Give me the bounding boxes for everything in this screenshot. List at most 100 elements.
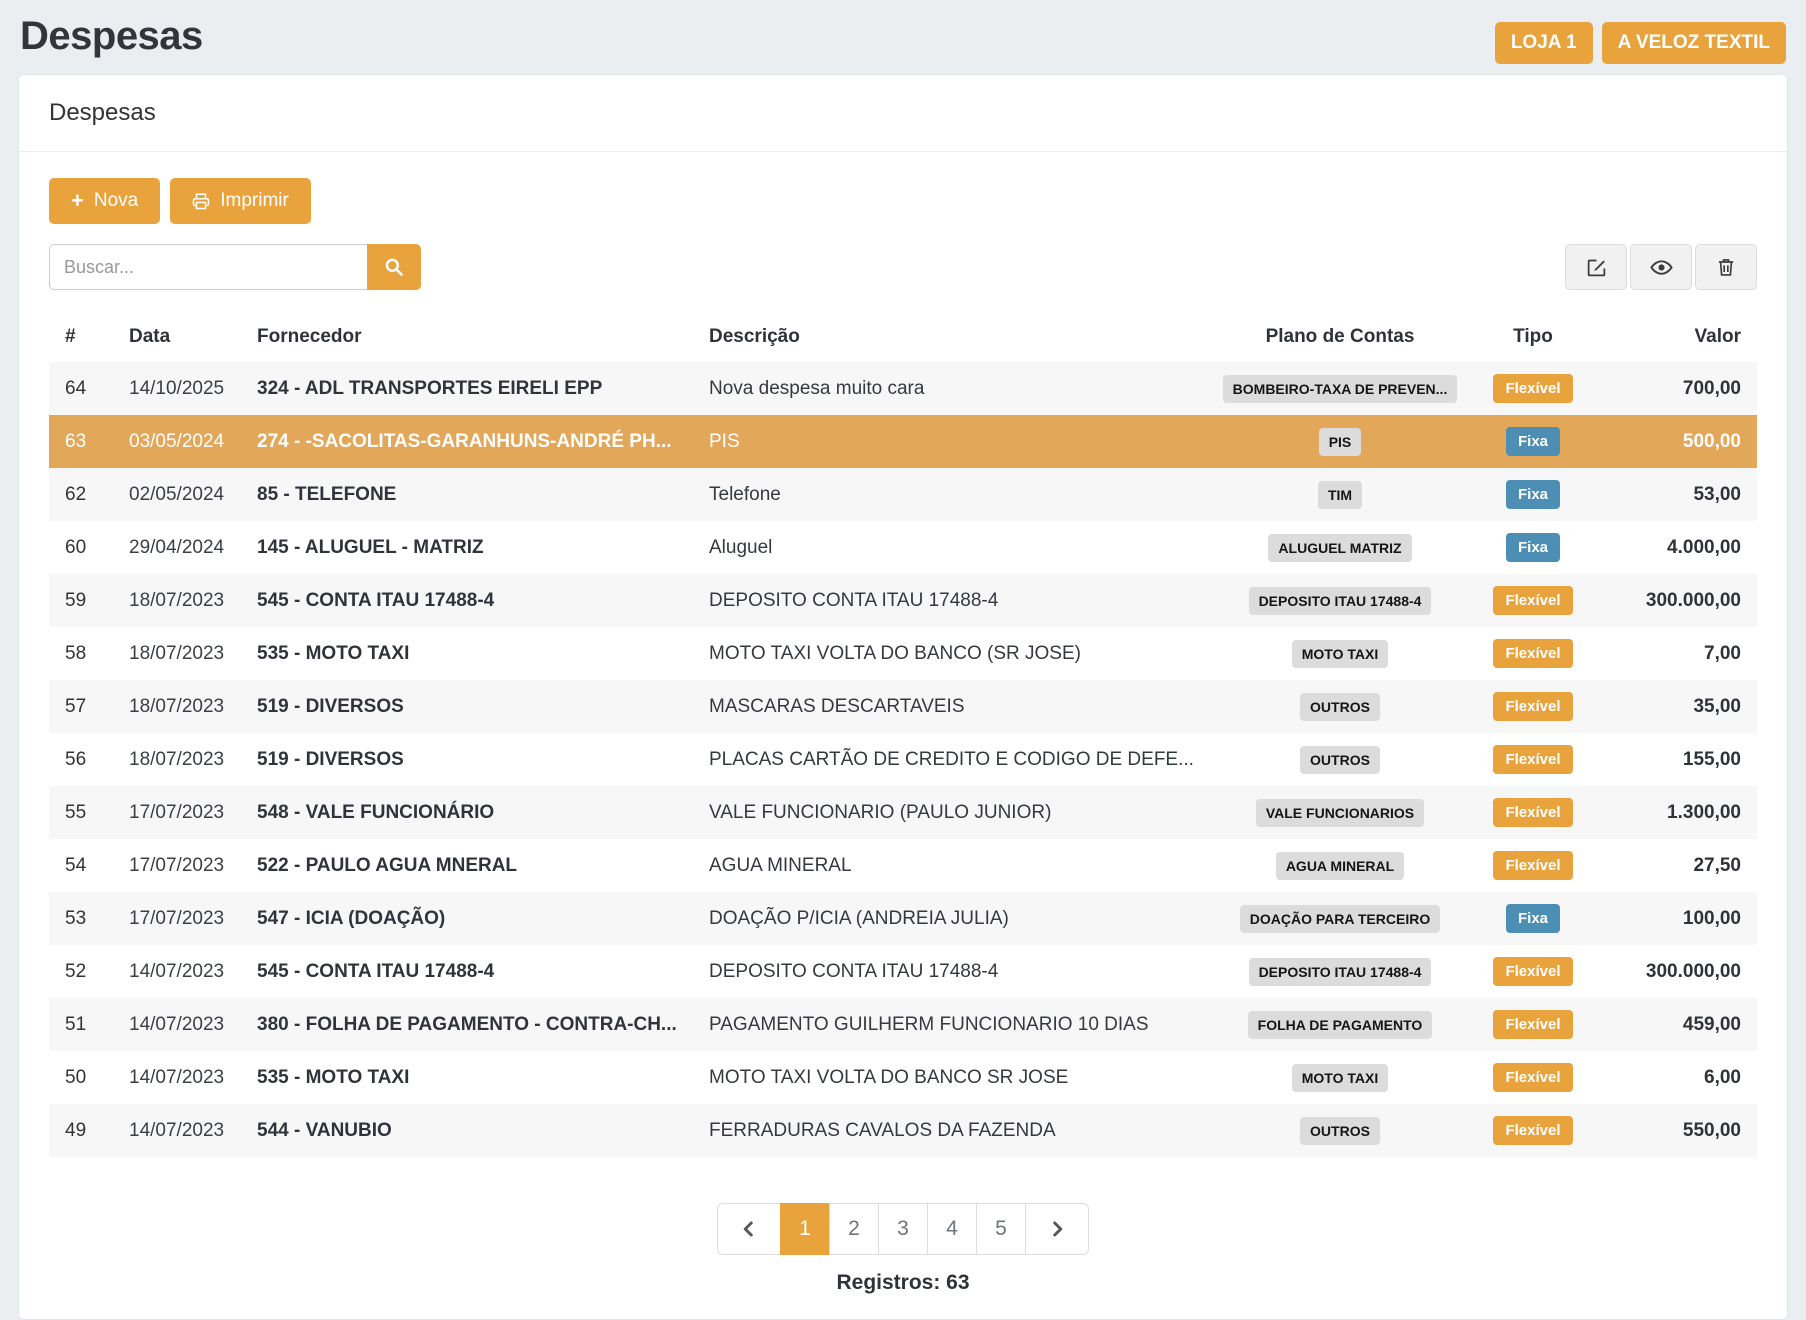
pagination: 12345 [717,1203,1089,1255]
store-badge-company[interactable]: A VELOZ TEXTIL [1602,22,1786,64]
row-description: PAGAMENTO GUILHERM FUNCIONARIO 10 DIAS [701,998,1206,1051]
pagination-page-5[interactable]: 5 [976,1203,1026,1255]
pagination-wrap: 12345 [49,1203,1757,1255]
row-account-plan: PIS [1206,415,1474,468]
header-badges: LOJA 1 A VELOZ TEXTIL [1495,22,1786,64]
expenses-card: Despesas + Nova Imprimir [18,74,1788,1320]
row-date: 14/07/2023 [121,1104,249,1157]
row-value: 35,00 [1592,680,1757,733]
table-row[interactable]: 5014/07/2023535 - MOTO TAXIMOTO TAXI VOL… [49,1051,1757,1104]
table-row[interactable]: 5718/07/2023519 - DIVERSOSMASCARAS DESCA… [49,680,1757,733]
row-value: 4.000,00 [1592,521,1757,574]
row-date: 17/07/2023 [121,892,249,945]
table-row[interactable]: 6029/04/2024145 - ALUGUEL - MATRIZAlugue… [49,521,1757,574]
table-row[interactable]: 6414/10/2025324 - ADL TRANSPORTES EIRELI… [49,362,1757,415]
row-id: 51 [49,998,121,1051]
account-plan-badge: VALE FUNCIONARIOS [1256,799,1424,827]
print-button[interactable]: Imprimir [170,178,311,224]
search-input[interactable] [49,244,367,290]
row-supplier: 535 - MOTO TAXI [249,1051,701,1104]
table-row[interactable]: 5114/07/2023380 - FOLHA DE PAGAMENTO - C… [49,998,1757,1051]
row-description: AGUA MINERAL [701,839,1206,892]
page-header: Despesas LOJA 1 A VELOZ TEXTIL [0,0,1806,72]
type-badge: Flexível [1493,692,1572,721]
table-row[interactable]: 5618/07/2023519 - DIVERSOSPLACAS CARTÃO … [49,733,1757,786]
row-id: 63 [49,415,121,468]
row-date: 18/07/2023 [121,680,249,733]
row-type: Flexível [1474,733,1592,786]
store-badge-loja[interactable]: LOJA 1 [1495,22,1593,64]
row-description: DEPOSITO CONTA ITAU 17488-4 [701,574,1206,627]
pagination-prev-button[interactable] [717,1203,781,1255]
pagination-page-3[interactable]: 3 [878,1203,928,1255]
row-value: 459,00 [1592,998,1757,1051]
row-type: Flexível [1474,998,1592,1051]
view-button[interactable] [1630,244,1692,290]
column-header: Fornecedor [249,314,701,362]
account-plan-badge: DEPOSITO ITAU 17488-4 [1249,958,1432,986]
trash-icon [1716,257,1736,277]
chevron-right-icon [1048,1220,1066,1238]
row-id: 64 [49,362,121,415]
expenses-table-body: 6414/10/2025324 - ADL TRANSPORTES EIRELI… [49,362,1757,1157]
row-id: 53 [49,892,121,945]
row-description: VALE FUNCIONARIO (PAULO JUNIOR) [701,786,1206,839]
row-value: 500,00 [1592,415,1757,468]
row-supplier: 274 - -SACOLITAS-GARANHUNS-ANDRÉ PH... [249,415,701,468]
expenses-table: #DataFornecedorDescriçãoPlano de ContasT… [49,314,1757,1157]
account-plan-badge: AGUA MINERAL [1276,852,1404,880]
row-date: 14/07/2023 [121,998,249,1051]
pagination-next-button[interactable] [1025,1203,1089,1255]
row-account-plan: ALUGUEL MATRIZ [1206,521,1474,574]
row-id: 54 [49,839,121,892]
row-date: 17/07/2023 [121,786,249,839]
row-account-plan: TIM [1206,468,1474,521]
table-row[interactable]: 5214/07/2023545 - CONTA ITAU 17488-4DEPO… [49,945,1757,998]
type-badge: Flexível [1493,957,1572,986]
row-supplier: 519 - DIVERSOS [249,680,701,733]
table-row[interactable]: 6303/05/2024274 - -SACOLITAS-GARANHUNS-A… [49,415,1757,468]
pagination-page-4[interactable]: 4 [927,1203,977,1255]
row-account-plan: BOMBEIRO-TAXA DE PREVEN... [1206,362,1474,415]
table-row[interactable]: 5317/07/2023547 - ICIA (DOAÇÃO)DOAÇÃO P/… [49,892,1757,945]
row-id: 57 [49,680,121,733]
row-value: 550,00 [1592,1104,1757,1157]
account-plan-badge: OUTROS [1300,693,1380,721]
account-plan-badge: MOTO TAXI [1292,1064,1388,1092]
type-badge: Flexível [1493,745,1572,774]
new-expense-button[interactable]: + Nova [49,178,160,224]
pagination-page-2[interactable]: 2 [829,1203,879,1255]
row-type: Flexível [1474,945,1592,998]
row-supplier: 547 - ICIA (DOAÇÃO) [249,892,701,945]
row-type: Fixa [1474,468,1592,521]
row-type: Flexível [1474,680,1592,733]
row-value: 27,50 [1592,839,1757,892]
type-badge: Fixa [1506,904,1560,933]
account-plan-badge: FOLHA DE PAGAMENTO [1248,1011,1433,1039]
edit-button[interactable] [1565,244,1627,290]
type-badge: Flexível [1493,851,1572,880]
row-supplier: 519 - DIVERSOS [249,733,701,786]
table-row[interactable]: 4914/07/2023544 - VANUBIOFERRADURAS CAVA… [49,1104,1757,1157]
table-row[interactable]: 5918/07/2023545 - CONTA ITAU 17488-4DEPO… [49,574,1757,627]
row-date: 17/07/2023 [121,839,249,892]
type-badge: Flexível [1493,1063,1572,1092]
delete-button[interactable] [1695,244,1757,290]
account-plan-badge: OUTROS [1300,746,1380,774]
search-button[interactable] [367,244,421,290]
table-row[interactable]: 5818/07/2023535 - MOTO TAXIMOTO TAXI VOL… [49,627,1757,680]
row-description: Nova despesa muito cara [701,362,1206,415]
row-account-plan: VALE FUNCIONARIOS [1206,786,1474,839]
table-row[interactable]: 6202/05/202485 - TELEFONETelefoneTIMFixa… [49,468,1757,521]
row-account-plan: MOTO TAXI [1206,1051,1474,1104]
pagination-page-1[interactable]: 1 [780,1203,830,1255]
table-row[interactable]: 5517/07/2023548 - VALE FUNCIONÁRIOVALE F… [49,786,1757,839]
column-header: Tipo [1474,314,1592,362]
row-date: 18/07/2023 [121,733,249,786]
row-type: Flexível [1474,786,1592,839]
chevron-left-icon [740,1220,758,1238]
row-date: 29/04/2024 [121,521,249,574]
table-row[interactable]: 5417/07/2023522 - PAULO AGUA MNERALAGUA … [49,839,1757,892]
row-description: Telefone [701,468,1206,521]
row-account-plan: FOLHA DE PAGAMENTO [1206,998,1474,1051]
